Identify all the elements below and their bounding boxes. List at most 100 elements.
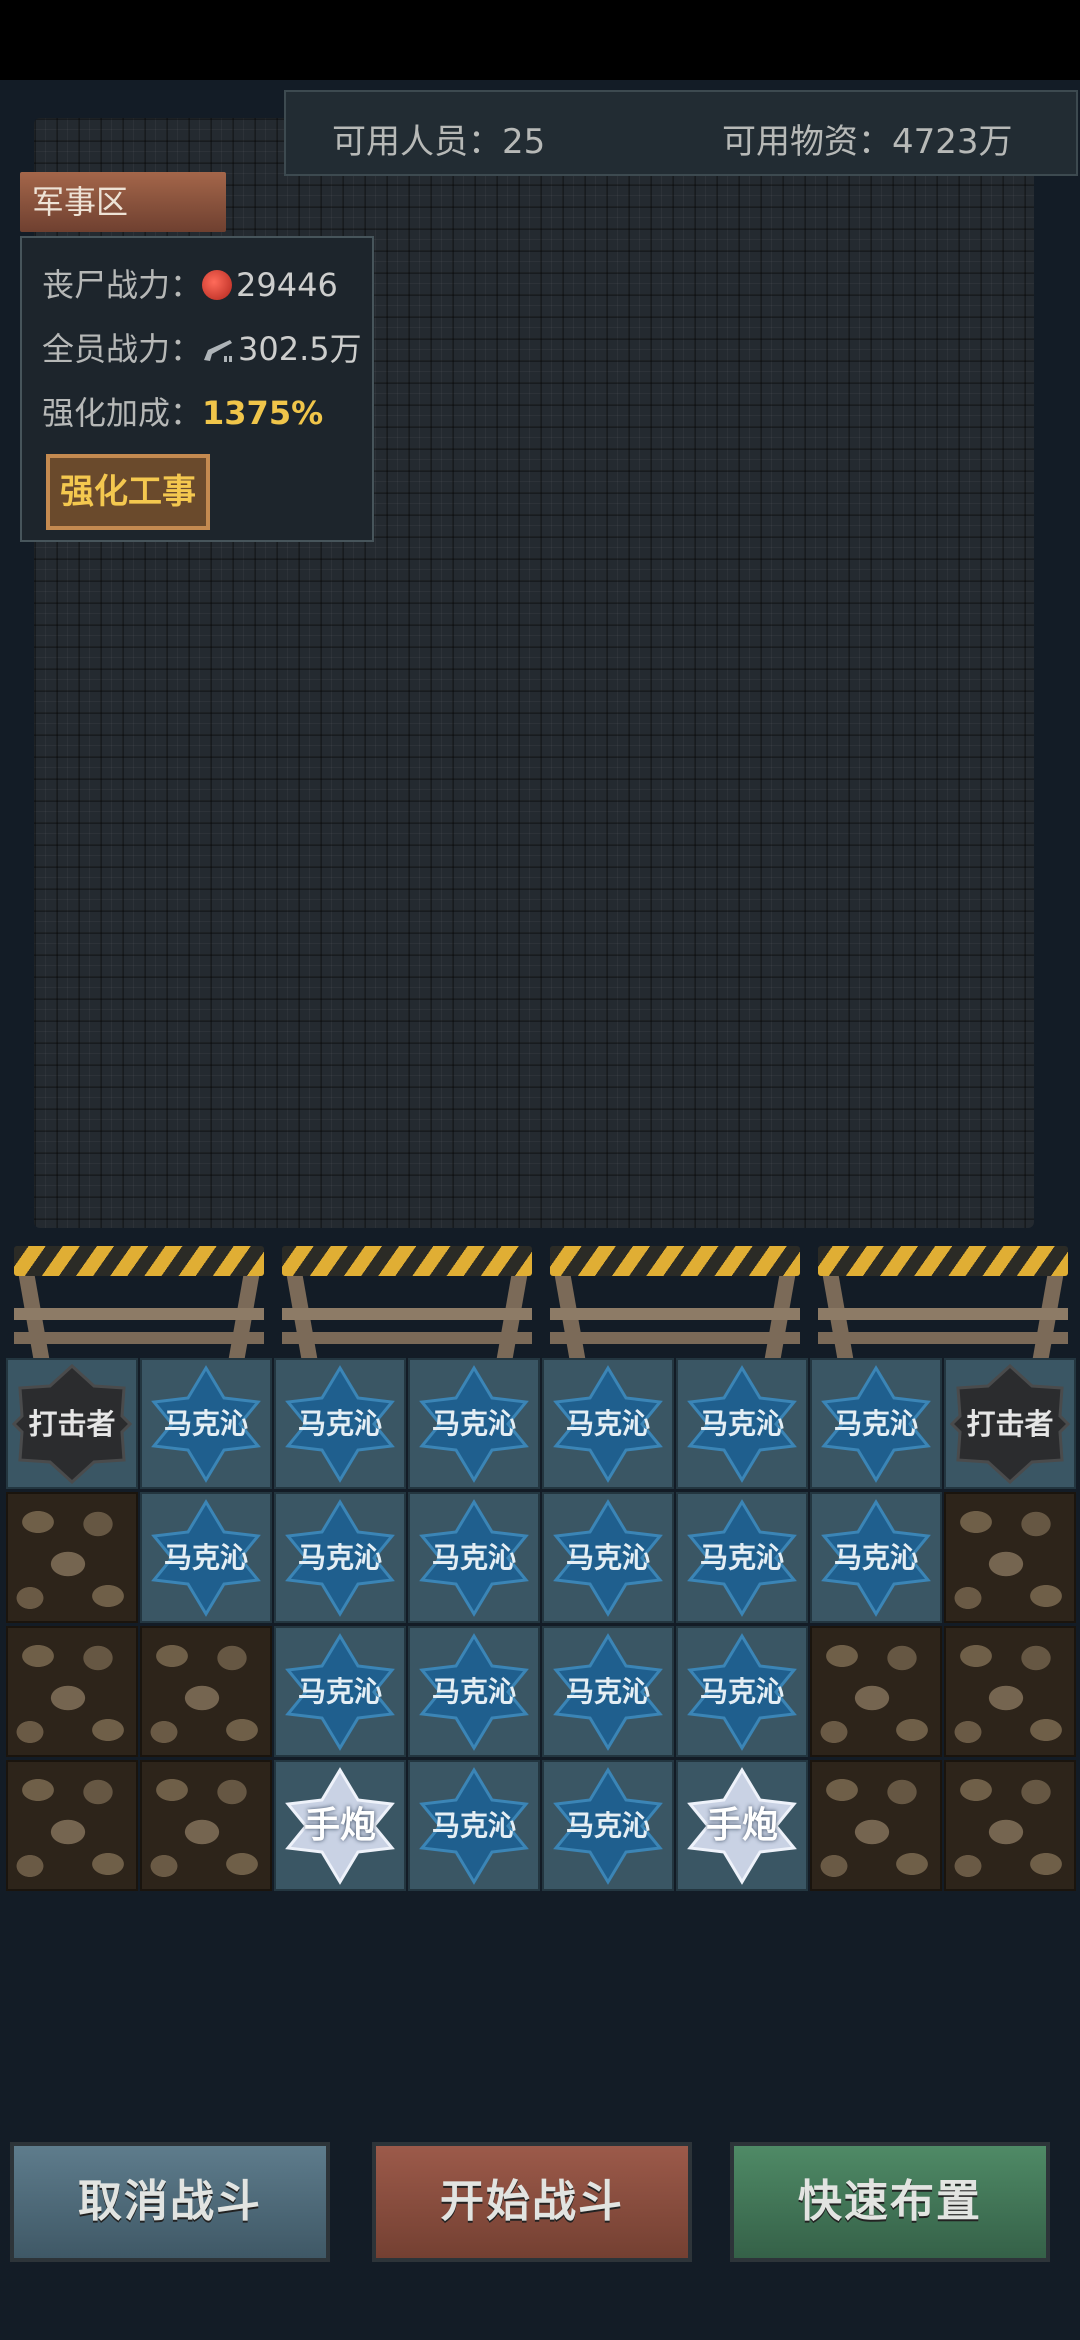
- start-battle-button[interactable]: 开始战斗: [372, 2142, 692, 2262]
- unit-label: 手炮: [705, 1804, 778, 1846]
- unit-token[interactable]: 马克沁: [414, 1364, 534, 1484]
- grid-cell-unit[interactable]: 马克沁: [408, 1492, 540, 1623]
- unit-token[interactable]: 马克沁: [280, 1364, 400, 1484]
- deployment-grid: 打击者 马克沁 马克沁 马克沁 马克沁 马克沁 马克沁 打击者 马克沁 马克沁 马克沁 马克沁 马克沁马…: [6, 1358, 1076, 1892]
- unit-label: 打击者: [28, 1406, 116, 1441]
- grid-cell-unit[interactable]: 马克沁: [140, 1358, 272, 1489]
- unit-token[interactable]: 马克沁: [414, 1498, 534, 1618]
- grid-cell-unit[interactable]: 马克沁: [542, 1760, 674, 1891]
- unit-token[interactable]: 马克沁: [548, 1498, 668, 1618]
- unit-label: 马克沁: [833, 1406, 918, 1440]
- unit-label: 马克沁: [431, 1674, 516, 1708]
- grid-cell-unit[interactable]: 马克沁: [408, 1760, 540, 1891]
- unit-token[interactable]: 马克沁: [548, 1364, 668, 1484]
- grid-cell-rock: [944, 1492, 1076, 1623]
- grid-cell-rock: [810, 1626, 942, 1757]
- rifle-icon: [202, 334, 236, 364]
- start-battle-label: 开始战斗: [440, 2176, 624, 2227]
- fortify-button[interactable]: 强化工事: [46, 454, 210, 530]
- boost-value: 1375%: [202, 394, 324, 432]
- grid-cell-unit[interactable]: 马克沁: [542, 1358, 674, 1489]
- unit-label: 马克沁: [431, 1540, 516, 1574]
- zombie-power-label: 丧尸战力：: [42, 266, 203, 304]
- military-zone-tab[interactable]: 军事区: [20, 172, 226, 232]
- grid-cell-unit[interactable]: 手炮: [274, 1760, 406, 1891]
- grid-cell-rock: [944, 1626, 1076, 1757]
- grid-cell-unit[interactable]: 马克沁: [274, 1358, 406, 1489]
- unit-token[interactable]: 马克沁: [414, 1766, 534, 1886]
- grid-cell-unit[interactable]: 手炮: [676, 1760, 808, 1891]
- boost-row: 强化加成：1375%: [42, 388, 323, 434]
- quick-deploy-button[interactable]: 快速布置: [730, 2142, 1050, 2262]
- grid-cell-unit[interactable]: 马克沁: [810, 1492, 942, 1623]
- military-panel: 丧尸战力： 29446 全员战力： 302.5万 强化加成：1375% 强化工事: [20, 236, 374, 542]
- unit-label: 马克沁: [699, 1540, 784, 1574]
- grid-cell-rock: [6, 1760, 138, 1891]
- unit-label: 马克沁: [297, 1540, 382, 1574]
- grid-cell-rock: [6, 1626, 138, 1757]
- unit-label: 马克沁: [565, 1406, 650, 1440]
- unit-token[interactable]: 马克沁: [146, 1364, 266, 1484]
- barricade: [812, 1246, 1074, 1358]
- grid-cell-unit[interactable]: 马克沁: [676, 1358, 808, 1489]
- unit-token[interactable]: 马克沁: [816, 1498, 936, 1618]
- unit-label: 马克沁: [297, 1406, 382, 1440]
- unit-token[interactable]: 马克沁: [146, 1498, 266, 1618]
- zombie-power-value: 29446: [236, 266, 338, 304]
- unit-token[interactable]: 手炮: [682, 1766, 802, 1886]
- unit-token[interactable]: 马克沁: [682, 1632, 802, 1752]
- unit-token[interactable]: 打击者: [12, 1363, 132, 1484]
- grid-cell-rock: [140, 1626, 272, 1757]
- unit-label: 马克沁: [699, 1406, 784, 1440]
- unit-label: 马克沁: [833, 1540, 918, 1574]
- grid-cell-rock: [6, 1492, 138, 1623]
- blood-orb-icon: [202, 270, 233, 300]
- grid-cell-unit[interactable]: 马克沁: [408, 1358, 540, 1489]
- team-power-value: 302.5万: [238, 330, 362, 368]
- unit-token[interactable]: 马克沁: [816, 1364, 936, 1484]
- unit-token[interactable]: 手炮: [280, 1766, 400, 1886]
- available-supplies: 可用物资：4723万: [722, 122, 1013, 162]
- grid-cell-unit[interactable]: 马克沁: [676, 1492, 808, 1623]
- unit-label: 马克沁: [297, 1674, 382, 1708]
- grid-cell-unit[interactable]: 马克沁: [140, 1492, 272, 1623]
- zombie-power-row: 丧尸战力： 29446: [42, 260, 338, 306]
- unit-label: 马克沁: [565, 1674, 650, 1708]
- unit-label: 马克沁: [565, 1808, 650, 1842]
- available-staff: 可用人员：25: [332, 122, 546, 162]
- quick-deploy-label: 快速布置: [798, 2176, 982, 2227]
- cancel-battle-label: 取消战斗: [78, 2176, 262, 2227]
- unit-token[interactable]: 马克沁: [682, 1364, 802, 1484]
- unit-label: 马克沁: [163, 1406, 248, 1440]
- grid-cell-rock: [944, 1760, 1076, 1891]
- unit-label: 手炮: [303, 1804, 376, 1846]
- grid-cell-unit[interactable]: 马克沁: [676, 1626, 808, 1757]
- grid-cell-unit[interactable]: 马克沁: [274, 1626, 406, 1757]
- unit-label: 马克沁: [699, 1674, 784, 1708]
- grid-cell-rock: [810, 1760, 942, 1891]
- grid-cell-unit[interactable]: 打击者: [6, 1358, 138, 1489]
- unit-token[interactable]: 打击者: [950, 1363, 1070, 1484]
- grid-cell-unit[interactable]: 马克沁: [542, 1492, 674, 1623]
- unit-token[interactable]: 马克沁: [414, 1632, 534, 1752]
- grid-cell-unit[interactable]: 马克沁: [542, 1626, 674, 1757]
- team-power-row: 全员战力： 302.5万: [42, 324, 362, 370]
- grid-cell-unit[interactable]: 马克沁: [408, 1626, 540, 1757]
- unit-token[interactable]: 马克沁: [280, 1498, 400, 1618]
- unit-label: 马克沁: [565, 1540, 650, 1574]
- team-power-label: 全员战力：: [42, 330, 203, 368]
- barricade: [276, 1246, 538, 1358]
- cancel-battle-button[interactable]: 取消战斗: [10, 2142, 330, 2262]
- grid-cell-unit[interactable]: 马克沁: [810, 1358, 942, 1489]
- unit-token[interactable]: 马克沁: [280, 1632, 400, 1752]
- grid-cell-rock: [140, 1760, 272, 1891]
- unit-token[interactable]: 马克沁: [548, 1632, 668, 1752]
- unit-token[interactable]: 马克沁: [682, 1498, 802, 1618]
- barricade: [8, 1246, 270, 1358]
- grid-cell-unit[interactable]: 打击者: [944, 1358, 1076, 1489]
- unit-label: 马克沁: [163, 1540, 248, 1574]
- grid-cell-unit[interactable]: 马克沁: [274, 1492, 406, 1623]
- boost-label: 强化加成：: [42, 394, 203, 432]
- status-bar: [0, 0, 1080, 80]
- unit-token[interactable]: 马克沁: [548, 1766, 668, 1886]
